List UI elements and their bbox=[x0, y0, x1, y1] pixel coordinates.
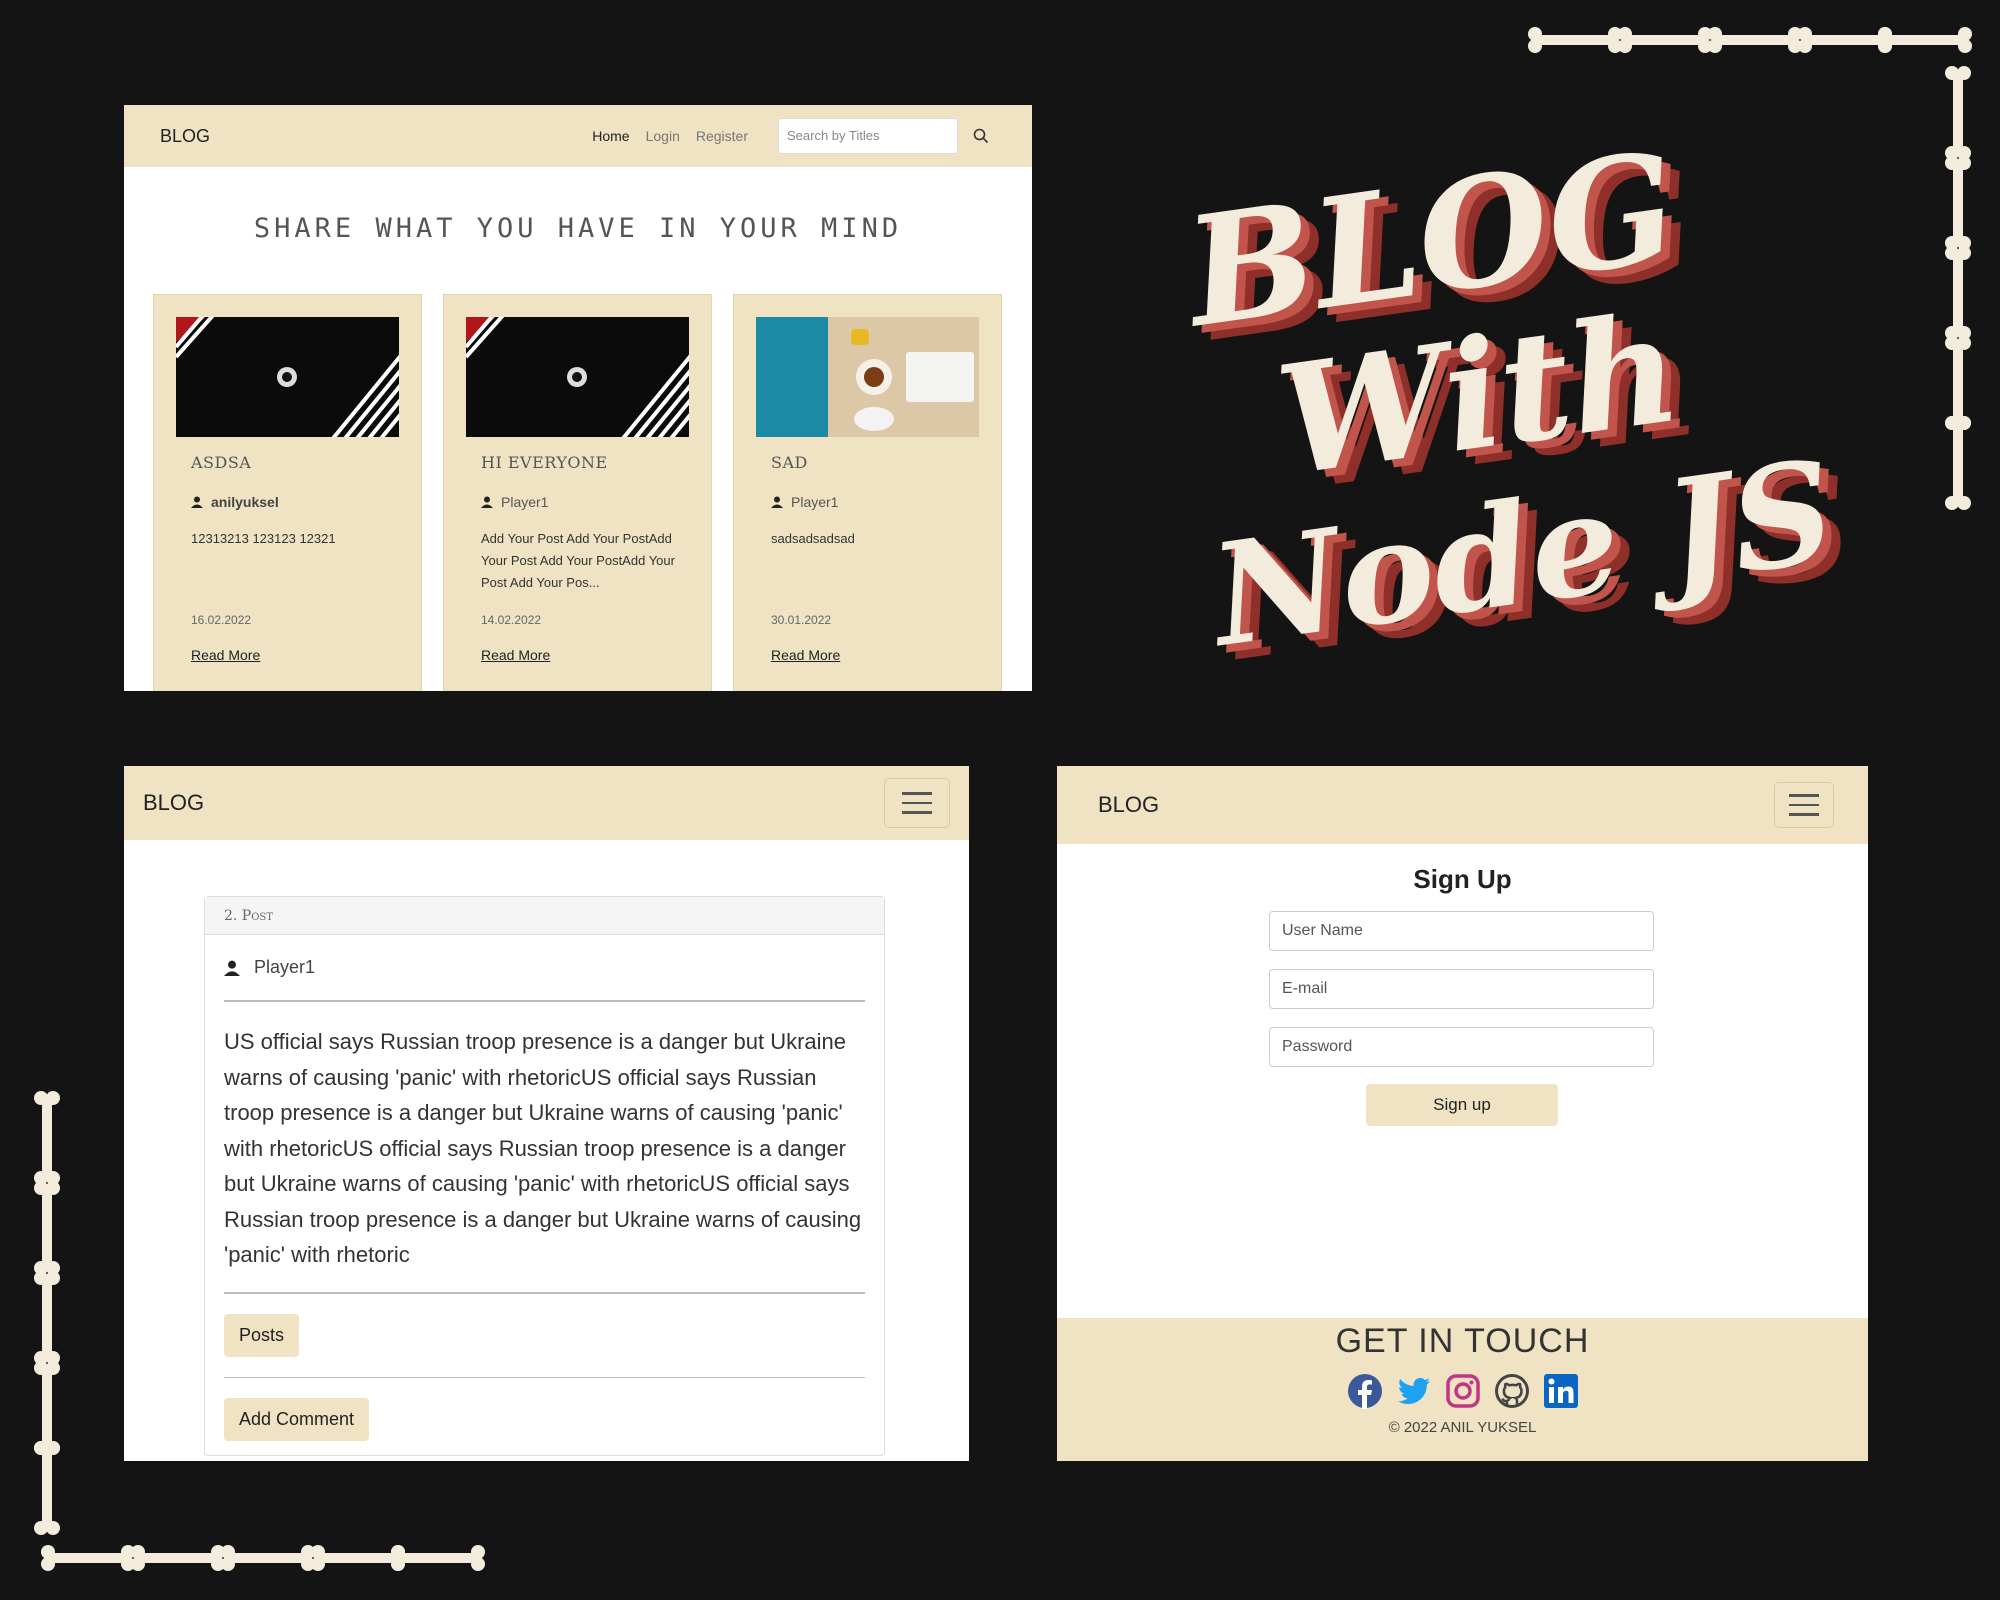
post-detail-screenshot: BLOG 2. Post Player1 US official says Ru… bbox=[124, 766, 969, 1461]
post-excerpt: sadsadsadsad bbox=[771, 531, 855, 546]
post-author: Player1 bbox=[481, 494, 689, 510]
signup-title: Sign Up bbox=[1413, 864, 1512, 894]
post-number-header: 2. Post bbox=[205, 897, 884, 935]
instagram-icon[interactable] bbox=[1445, 1373, 1481, 1409]
footer: GET IN TOUCH © 2022 ANIL YUKSEL bbox=[1057, 1318, 1868, 1461]
post-author: Player1 bbox=[224, 957, 865, 978]
post-thumbnail bbox=[466, 317, 689, 437]
search-button[interactable] bbox=[966, 121, 996, 151]
hamburger-icon bbox=[1789, 794, 1819, 797]
post-author-name: Player1 bbox=[791, 494, 839, 510]
hamburger-icon bbox=[902, 792, 932, 795]
post-title[interactable]: SAD bbox=[771, 453, 979, 472]
read-more-link[interactable]: Read More bbox=[771, 647, 840, 663]
post-body: US official says Russian troop presence … bbox=[224, 1029, 862, 1267]
nav-login-link[interactable]: Login bbox=[646, 128, 680, 144]
divider bbox=[224, 1292, 865, 1294]
post-detail-card: 2. Post Player1 US official says Russian… bbox=[204, 896, 885, 1456]
home-navbar: BLOG Home Login Register Search by Title… bbox=[124, 105, 1032, 167]
facebook-icon[interactable] bbox=[1347, 1373, 1383, 1409]
post-card: ASDSA anilyuksel 12313213 123123 12321 1… bbox=[153, 294, 422, 691]
posts-button[interactable]: Posts bbox=[224, 1314, 300, 1357]
divider bbox=[224, 1000, 865, 1002]
post-author: anilyuksel bbox=[191, 494, 399, 510]
footer-title: GET IN TOUCH bbox=[1335, 1322, 1590, 1360]
user-icon bbox=[771, 496, 783, 508]
menu-toggle-button[interactable] bbox=[884, 778, 950, 828]
search-icon bbox=[973, 128, 989, 144]
hero-heading: SHARE WHAT YOU HAVE IN YOUR MIND bbox=[253, 213, 903, 244]
post-author-name: Player1 bbox=[501, 494, 549, 510]
signup-navbar: BLOG bbox=[1057, 766, 1868, 844]
post-navbar: BLOG bbox=[124, 766, 969, 840]
post-excerpt: Add Your Post Add Your PostAdd Your Post… bbox=[481, 531, 675, 590]
post-thumbnail bbox=[176, 317, 399, 437]
password-field[interactable]: Password bbox=[1269, 1027, 1654, 1067]
post-excerpt: 12313213 123123 12321 bbox=[191, 531, 336, 546]
post-date: 16.02.2022 bbox=[191, 613, 252, 627]
post-author-name: anilyuksel bbox=[211, 494, 279, 510]
brand-logo[interactable]: BLOG bbox=[160, 126, 210, 147]
signup-button[interactable]: Sign up bbox=[1366, 1084, 1558, 1126]
read-more-link[interactable]: Read More bbox=[481, 647, 550, 663]
signup-page-screenshot: BLOG Sign Up User Name E-mail Password S… bbox=[1057, 766, 1868, 1461]
post-card: HI EVERYONE Player1 Add Your Post Add Yo… bbox=[443, 294, 712, 691]
brand-logo[interactable]: BLOG bbox=[1098, 792, 1159, 818]
nav-home-link[interactable]: Home bbox=[592, 128, 629, 144]
email-field[interactable]: E-mail bbox=[1269, 969, 1654, 1009]
user-icon bbox=[191, 496, 203, 508]
post-author-name: Player1 bbox=[254, 957, 316, 977]
home-page-screenshot: BLOG Home Login Register Search by Title… bbox=[124, 105, 1032, 691]
twitter-icon[interactable] bbox=[1396, 1373, 1432, 1409]
post-date: 30.01.2022 bbox=[771, 613, 832, 627]
post-date: 14.02.2022 bbox=[481, 613, 542, 627]
post-title[interactable]: ASDSA bbox=[191, 453, 399, 472]
user-icon bbox=[224, 960, 240, 976]
post-title[interactable]: HI EVERYONE bbox=[481, 453, 689, 472]
username-field[interactable]: User Name bbox=[1269, 911, 1654, 951]
nav-links: Home Login Register Search by Titles bbox=[592, 118, 958, 154]
copyright: © 2022 ANIL YUKSEL bbox=[1388, 1419, 1537, 1436]
post-thumbnail bbox=[756, 317, 979, 437]
linkedin-icon[interactable] bbox=[1543, 1373, 1579, 1409]
post-author: Player1 bbox=[771, 494, 979, 510]
user-icon bbox=[481, 496, 493, 508]
read-more-link[interactable]: Read More bbox=[191, 647, 260, 663]
post-cards: ASDSA anilyuksel 12313213 123123 12321 1… bbox=[153, 294, 1002, 691]
menu-toggle-button[interactable] bbox=[1774, 782, 1834, 828]
add-comment-button[interactable]: Add Comment bbox=[224, 1398, 370, 1441]
brand-logo[interactable]: BLOG bbox=[143, 790, 204, 816]
post-card: SAD Player1 sadsadsadsad 30.01.2022 Read… bbox=[733, 294, 1002, 691]
blog-with-node-js-logo: BLOG BLOG BLOG With With With Node JS No… bbox=[1180, 119, 1860, 665]
social-links bbox=[1057, 1373, 1868, 1409]
nav-register-link[interactable]: Register bbox=[696, 128, 748, 144]
search-input[interactable]: Search by Titles bbox=[778, 118, 958, 154]
github-icon[interactable] bbox=[1494, 1373, 1530, 1409]
divider bbox=[224, 1377, 865, 1378]
